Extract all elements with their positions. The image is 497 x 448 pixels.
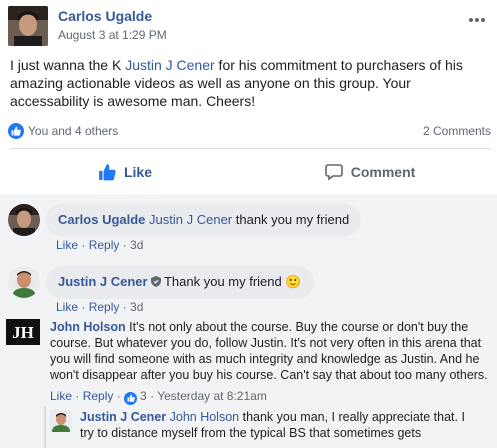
author-avatar[interactable] — [8, 6, 48, 46]
thumbs-up-icon — [124, 391, 138, 405]
reply-body: Justin J Cener John Holson thank you man… — [80, 409, 480, 441]
comment-text: Thank you my friend — [160, 274, 286, 289]
svg-text:JH: JH — [12, 323, 34, 342]
shield-badge-icon — [150, 275, 161, 291]
like-button[interactable]: Like — [20, 150, 230, 194]
post-mention[interactable]: Justin J Cener — [125, 57, 214, 73]
post-body: I just wanna the K Justin J Cener for hi… — [10, 56, 490, 110]
like-label: Like — [123, 164, 152, 180]
comments-section: Carlos Ugalde Justin J Cener thank you m… — [0, 194, 497, 448]
comment-meta: Like · Reply · 3d — [56, 300, 144, 314]
comment-author[interactable]: Justin J Cener — [58, 274, 148, 289]
comment-like-link[interactable]: Like — [56, 300, 78, 314]
thumbs-up-icon — [99, 164, 116, 181]
thumbs-up-icon — [8, 123, 24, 139]
comment-author[interactable]: John Holson — [50, 320, 126, 334]
comment-reply-link[interactable]: Reply — [89, 300, 120, 314]
avatar[interactable]: JH — [6, 319, 40, 345]
post-timestamp[interactable]: August 3 at 1:29 PM — [58, 28, 167, 42]
speech-bubble-icon — [324, 164, 343, 181]
comment-time[interactable]: 3d — [130, 300, 143, 314]
comment-like-link[interactable]: Like — [56, 238, 78, 252]
comment-button[interactable]: Comment — [260, 150, 480, 194]
divider — [10, 148, 491, 149]
comments-count[interactable]: 2 Comments — [423, 121, 491, 141]
more-icon[interactable] — [465, 8, 489, 32]
reactions-summary[interactable]: You and 4 others — [8, 121, 118, 141]
comment-time[interactable]: Yesterday at 8:21am — [157, 389, 267, 403]
reactions-text: You and 4 others — [28, 124, 119, 138]
post-actions: Like Comment — [0, 150, 497, 194]
comment-author[interactable]: Carlos Ugalde — [58, 212, 145, 227]
comment-bubble: Carlos Ugalde Justin J Cener thank you m… — [46, 204, 362, 236]
avatar[interactable] — [8, 204, 40, 236]
reply-thread-line — [44, 406, 46, 448]
comment-reply-link[interactable]: Reply — [83, 389, 114, 403]
avatar[interactable] — [50, 410, 72, 432]
post-text-before: I just wanna the K — [10, 57, 126, 73]
reply-author[interactable]: Justin J Cener — [80, 410, 166, 424]
post-card: Carlos Ugalde August 3 at 1:29 PM I just… — [0, 0, 497, 202]
reply-mention[interactable]: John Holson — [170, 410, 240, 424]
comment-time[interactable]: 3d — [130, 238, 143, 252]
comment-label: Comment — [350, 164, 416, 180]
avatar[interactable] — [8, 266, 40, 298]
comment-reply-link[interactable]: Reply — [89, 238, 120, 252]
comment-mention[interactable]: Justin J Cener — [149, 212, 232, 227]
comment-like-link[interactable]: Like — [50, 389, 72, 403]
comment-body: John Holson It's not only about the cour… — [50, 319, 490, 383]
comment-meta: Like · Reply · 3 · Yesterday at 8:21am — [50, 389, 267, 405]
comment-text: thank you my friend — [232, 212, 350, 227]
comment-bubble: Justin J Cener Thank you my friend 🙂 — [46, 266, 314, 299]
smile-emoji-icon: 🙂 — [285, 275, 302, 290]
post-author-name[interactable]: Carlos Ugalde — [58, 8, 152, 24]
comment-likes-count[interactable]: 3 — [140, 389, 147, 403]
comment-meta: Like · Reply · 3d — [56, 238, 144, 252]
